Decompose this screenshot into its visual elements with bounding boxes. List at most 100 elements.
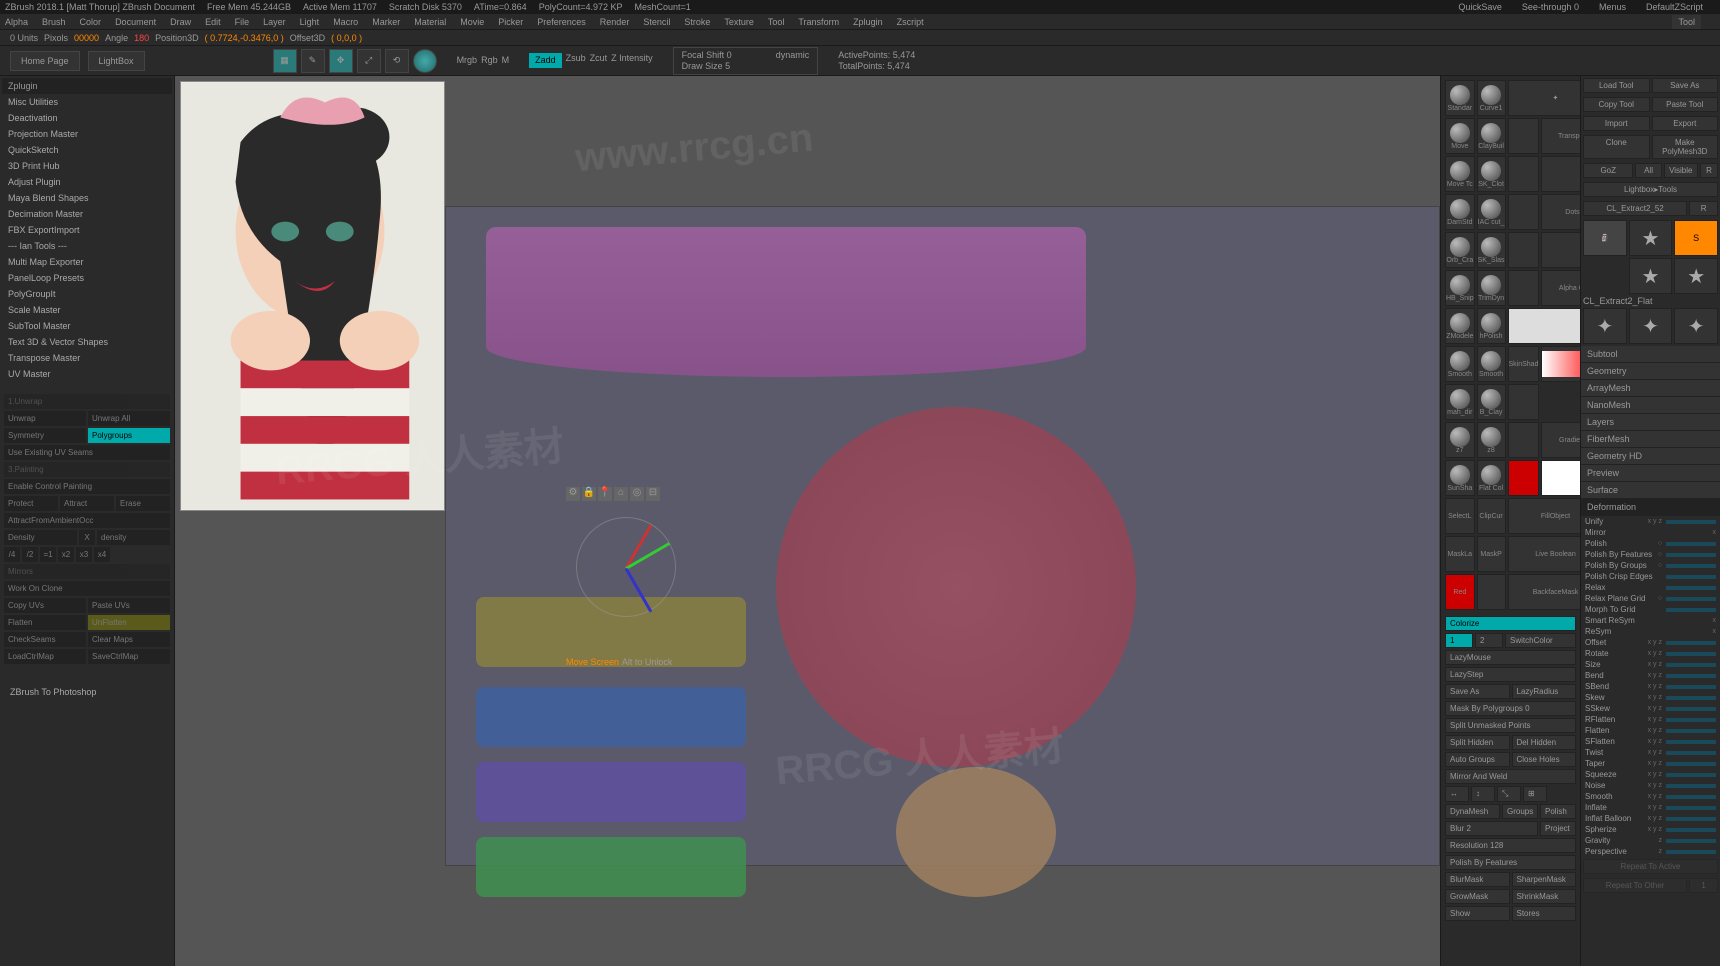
noise-slider[interactable]: Noise [1585, 781, 1644, 790]
tool-thumb-6[interactable]: ✦ [1629, 308, 1673, 344]
make-polymesh-button[interactable]: Make PolyMesh3D [1652, 135, 1719, 159]
section-layers[interactable]: Layers [1581, 414, 1720, 431]
twist-slider[interactable]: Twist [1585, 748, 1644, 757]
rflatten-slider[interactable]: RFlatten [1585, 715, 1644, 724]
brush-empty10[interactable] [1477, 574, 1506, 610]
plugin-adjust[interactable]: Adjust Plugin [2, 174, 172, 190]
matcap-red[interactable]: Red [1445, 574, 1475, 610]
unwrap-all-button[interactable]: Unwrap All [88, 411, 170, 426]
tool-thumb-4[interactable]: ★ [1674, 258, 1718, 294]
sskew-slider[interactable]: SSkew [1585, 704, 1644, 713]
export-button[interactable]: Export [1652, 116, 1719, 131]
zcut-button[interactable]: Zcut [590, 53, 608, 68]
taper-slider[interactable]: Taper [1585, 759, 1644, 768]
section-deformation[interactable]: Deformation [1581, 499, 1720, 516]
mw-icon1[interactable]: ↔ [1445, 786, 1469, 802]
menu-edit[interactable]: Edit [205, 17, 221, 27]
brush-smooth1[interactable]: Smooth [1445, 346, 1475, 382]
flatten-button[interactable]: Flatten [4, 615, 86, 630]
focal-shift-slider[interactable]: Focal Shift 0 [682, 50, 732, 61]
density-val[interactable]: density [97, 530, 170, 545]
mat-sunsha[interactable]: SunSha [1445, 460, 1475, 496]
menu-light[interactable]: Light [300, 17, 320, 27]
brush-empty2[interactable] [1508, 156, 1540, 192]
fill-object-button[interactable]: FillObject [1508, 498, 1581, 534]
blur-slider[interactable]: Blur 2 [1445, 821, 1538, 836]
sculptris-icon[interactable]: ▦ [273, 49, 297, 73]
polygroups-toggle[interactable]: Polygroups [88, 428, 170, 443]
flatten-slider[interactable]: Flatten [1585, 726, 1644, 735]
plugin-uvmaster[interactable]: UV Master [2, 366, 172, 382]
menu-draw[interactable]: Draw [170, 17, 191, 27]
brush-empty4[interactable] [1508, 194, 1540, 230]
plugin-multimap[interactable]: Multi Map Exporter [2, 254, 172, 270]
quicksave-button[interactable]: QuickSave [1458, 2, 1502, 12]
size-slider[interactable]: Size [1585, 660, 1644, 669]
sharpen-mask-button[interactable]: SharpenMask [1512, 872, 1577, 887]
plugin-quicksketch[interactable]: QuickSketch [2, 142, 172, 158]
skew-slider[interactable]: Skew [1585, 693, 1644, 702]
menus-button[interactable]: Menus [1599, 2, 1626, 12]
plugin-subtoolmaster[interactable]: SubTool Master [2, 318, 172, 334]
plugin-decimation[interactable]: Decimation Master [2, 206, 172, 222]
saveas-button[interactable]: Save As [1445, 684, 1510, 699]
d-h3[interactable]: =1 [40, 547, 56, 562]
split-unmasked-button[interactable]: Split Unmasked Points [1445, 718, 1576, 733]
menu-layer[interactable]: Layer [263, 17, 286, 27]
attract-button[interactable]: Attract [60, 496, 114, 511]
brush-z8[interactable]: z8 [1477, 422, 1506, 458]
zintensity-slider[interactable]: Z Intensity [611, 53, 653, 68]
smooth-d-slider[interactable]: Smooth [1585, 792, 1644, 801]
close-holes-button[interactable]: Close Holes [1512, 752, 1577, 767]
copy-uvs-button[interactable]: Copy UVs [4, 598, 86, 613]
brush-smooth2[interactable]: Smooth [1477, 346, 1506, 382]
show-button[interactable]: Show [1445, 906, 1510, 921]
brush-mahdir[interactable]: mah_dir [1445, 384, 1475, 420]
material-skinshade[interactable]: SkinShad [1508, 346, 1540, 382]
unflatten-button[interactable]: UnFlatten [88, 615, 170, 630]
save-ctrlmap-button[interactable]: SaveCtrlMap [88, 649, 170, 664]
menu-brush[interactable]: Brush [42, 17, 66, 27]
section-surface[interactable]: Surface [1581, 482, 1720, 499]
groups-toggle[interactable]: Groups [1502, 804, 1538, 819]
gradient-toggle[interactable]: Gradient [1541, 422, 1580, 458]
dynamesh-button[interactable]: DynaMesh [1445, 804, 1500, 819]
brush-empty9[interactable] [1508, 422, 1540, 458]
save-tool-button[interactable]: Save As [1652, 78, 1719, 93]
brush-standard[interactable]: Standar [1445, 80, 1475, 116]
plugin-scalemaster[interactable]: Scale Master [2, 302, 172, 318]
gizmo-icon[interactable] [413, 49, 437, 73]
squeeze-slider[interactable]: Squeeze [1585, 770, 1644, 779]
mw-icon3[interactable]: ⤡ [1497, 786, 1521, 802]
repeat-1-button[interactable]: 1 [1689, 878, 1718, 893]
plugin-transpose[interactable]: Transpose Master [2, 350, 172, 366]
paste-tool-button[interactable]: Paste Tool [1652, 97, 1719, 112]
transform-gizmo[interactable] [566, 507, 686, 627]
project-toggle[interactable]: Project [1540, 821, 1576, 836]
menu-marker[interactable]: Marker [372, 17, 400, 27]
lazystep-slider[interactable]: LazyStep [1445, 667, 1576, 682]
del-hidden-button[interactable]: Del Hidden [1512, 735, 1577, 750]
mirror-weld-button[interactable]: Mirror And Weld [1445, 769, 1576, 784]
menu-preferences[interactable]: Preferences [537, 17, 586, 27]
copy-tool-button[interactable]: Copy Tool [1583, 97, 1650, 112]
import-button[interactable]: Import [1583, 116, 1650, 131]
menu-material[interactable]: Material [414, 17, 446, 27]
menu-picker[interactable]: Picker [498, 17, 523, 27]
transpose-icon[interactable]: Transpos [1541, 118, 1580, 154]
d-h5[interactable]: x3 [76, 547, 92, 562]
gizmo-pin-icon[interactable]: 📍 [598, 487, 612, 501]
erase-button[interactable]: Erase [116, 496, 170, 511]
gizmo-target-icon[interactable]: ◎ [630, 487, 644, 501]
draw-size-slider[interactable]: Draw Size 5 [682, 61, 732, 72]
section-nanomesh[interactable]: NanoMesh [1581, 397, 1720, 414]
repeat-active-button[interactable]: Repeat To Active [1583, 859, 1718, 874]
polish-features-slider[interactable]: Polish By Features [1445, 855, 1576, 870]
colorize-toggle[interactable]: Colorize [1445, 616, 1576, 631]
brush-empty8[interactable] [1508, 384, 1540, 420]
density-button[interactable]: Density [4, 530, 77, 545]
viewport[interactable]: ⚙ 🔒 📍 ⌂ ◎ ⊟ Move Screen Alt to Unlock [445, 206, 1440, 866]
zscript-button[interactable]: DefaultZScript [1646, 2, 1703, 12]
clone-button[interactable]: Clone [1583, 135, 1650, 159]
blur-mask-button[interactable]: BlurMask [1445, 872, 1510, 887]
